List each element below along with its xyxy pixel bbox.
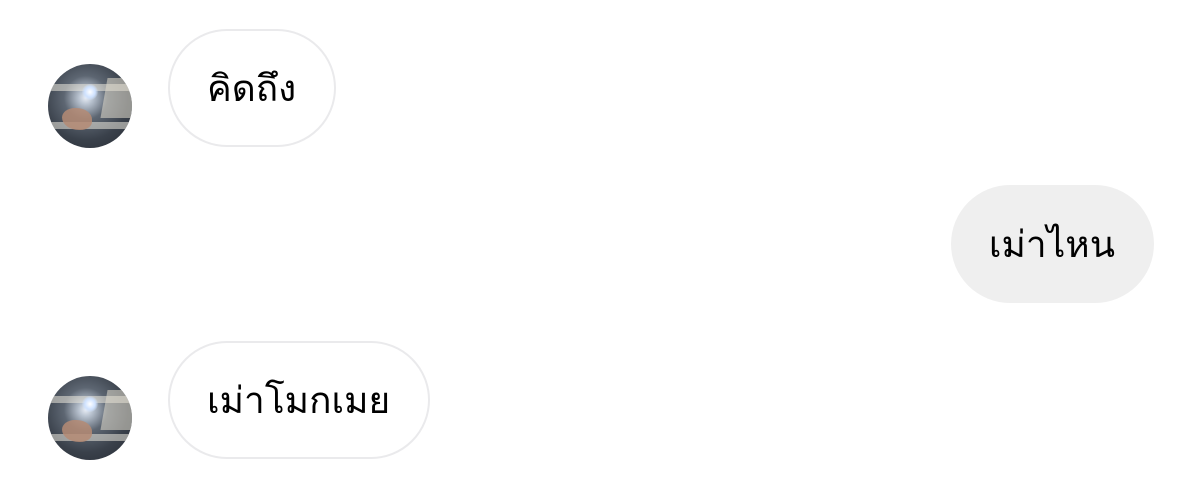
message-bubble[interactable]: เม่าโมกเมย	[168, 341, 431, 459]
message-text: คิดถึง	[207, 66, 297, 110]
chat-screen: { "messages": [ { "direction": "incoming…	[0, 0, 1179, 487]
message-text: เม่าไหน	[988, 222, 1115, 266]
sender-avatar[interactable]	[48, 376, 132, 460]
sender-avatar[interactable]	[48, 64, 132, 148]
avatar-photo-detail	[82, 84, 98, 100]
avatar-photo-detail	[82, 396, 98, 412]
message-bubble[interactable]: เม่าไหน	[950, 185, 1154, 303]
message-bubble[interactable]: คิดถึง	[168, 29, 337, 147]
message-text: เม่าโมกเมย	[207, 378, 391, 422]
